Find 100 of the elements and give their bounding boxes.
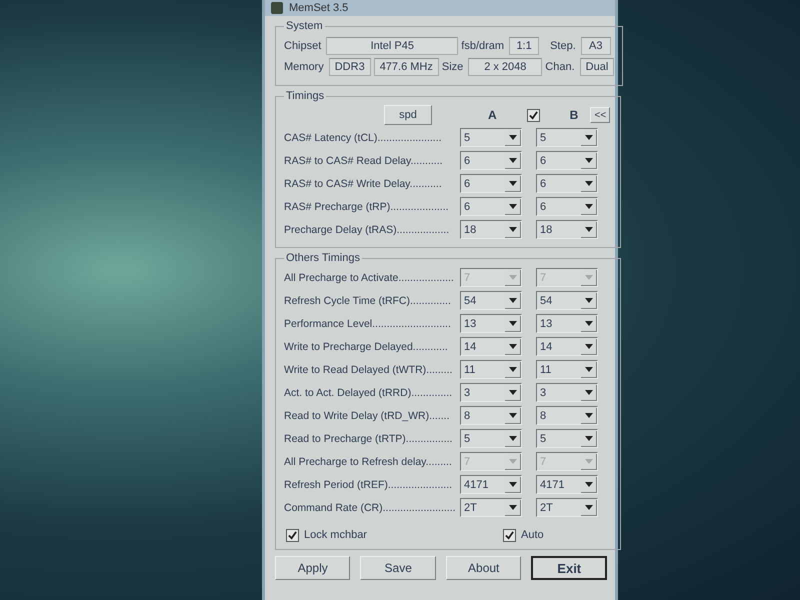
timing-label: Write to Precharge Delayed............	[284, 340, 449, 352]
timing-dropdown[interactable]: 6	[536, 151, 598, 170]
caret-icon	[505, 292, 521, 308]
field-label: Memory	[284, 61, 325, 73]
timing-label: Act. to Act. Delayed (tRRD)..............	[284, 386, 454, 398]
timing-label: Refresh Period (tREF)......................	[284, 478, 454, 490]
field-label: fsb/dram	[461, 40, 506, 52]
timing-label: Read to Write Delay (tRD_WR).......	[284, 410, 451, 422]
timing-label: RAS# to CAS# Write Delay...........	[284, 178, 443, 190]
size-value: 2 x 2048	[468, 58, 542, 76]
action-button[interactable]: Exit	[531, 556, 607, 580]
caret-icon	[581, 430, 597, 446]
channel-value: Dual	[580, 58, 614, 76]
caret-icon	[581, 176, 597, 192]
column-header: B	[570, 108, 578, 122]
app-icon	[271, 2, 283, 14]
caret-icon	[505, 176, 521, 192]
caret-icon	[505, 500, 521, 516]
timing-dropdown[interactable]: 14	[460, 337, 522, 356]
timing-dropdown[interactable]: 5	[536, 128, 598, 147]
timing-dropdown[interactable]: 54	[460, 291, 522, 310]
caret-icon	[505, 408, 521, 424]
timing-dropdown[interactable]: 2T	[536, 498, 598, 517]
field-label: Size	[442, 61, 464, 73]
timing-dropdown[interactable]: 6	[460, 174, 522, 193]
timing-label: RAS# Precharge (tRP)....................	[284, 200, 450, 212]
timing-dropdown[interactable]: 3	[460, 383, 522, 402]
timing-dropdown[interactable]: 6	[460, 151, 522, 170]
timing-label: Performance Level...........................	[284, 318, 452, 330]
timing-dropdown[interactable]: 13	[536, 314, 598, 333]
caret-icon	[505, 384, 521, 400]
timing-label: Read to Precharge (tRTP)................	[284, 432, 454, 444]
column-header: A	[488, 108, 497, 122]
action-button[interactable]: Save	[360, 556, 436, 580]
field-label: Chipset	[284, 40, 322, 52]
group-title: System	[285, 20, 324, 32]
timing-dropdown[interactable]: 13	[460, 314, 522, 333]
auto-checkbox[interactable]	[502, 528, 516, 542]
caret-icon	[581, 292, 597, 308]
timing-dropdown[interactable]: 54	[536, 291, 598, 310]
timing-label: All Precharge to Activate...................	[284, 272, 455, 284]
action-button[interactable]: Apply	[275, 556, 350, 580]
timing-dropdown[interactable]: 5	[460, 429, 522, 448]
timing-label: Refresh Cycle Time (tRFC)..............	[284, 294, 452, 306]
lock-checkbox[interactable]	[286, 528, 299, 542]
caret-icon	[581, 384, 597, 400]
caret-icon	[581, 130, 597, 146]
caret-icon	[505, 270, 521, 286]
group-title: Timings	[285, 90, 326, 102]
timing-dropdown[interactable]: 4171	[536, 475, 598, 494]
link-checkbox[interactable]	[526, 108, 540, 122]
timing-dropdown[interactable]: 18	[536, 220, 598, 239]
stepping-value: A3	[580, 37, 611, 55]
caret-icon	[505, 222, 521, 238]
group-title: Others Timings	[285, 252, 361, 264]
caret-icon	[581, 454, 597, 470]
caret-icon	[505, 454, 521, 470]
frequency-value: 477.6 MHz	[374, 58, 439, 76]
caret-icon	[505, 476, 521, 492]
field-label: Chan.	[545, 61, 576, 73]
timing-label: Precharge Delay (tRAS)..................	[284, 224, 450, 236]
timing-dropdown[interactable]: 3	[536, 383, 598, 402]
caret-icon	[505, 152, 521, 168]
timing-dropdown[interactable]: 8	[536, 406, 598, 425]
caret-icon	[505, 316, 521, 332]
caret-icon	[505, 130, 521, 146]
timing-dropdown[interactable]: 14	[536, 337, 598, 356]
caret-icon	[581, 500, 597, 516]
caret-icon	[505, 430, 521, 446]
timing-dropdown[interactable]: 11	[536, 360, 598, 379]
timing-dropdown[interactable]: 5	[536, 429, 598, 448]
timing-dropdown[interactable]: 6	[536, 174, 598, 193]
caret-icon	[581, 222, 597, 238]
timing-dropdown[interactable]: 5	[460, 128, 522, 147]
ratio-value: 1:1	[509, 37, 540, 55]
spd-button[interactable]: spd	[384, 105, 432, 125]
timing-label: Command Rate (CR).........................	[284, 502, 457, 514]
action-button[interactable]: About	[446, 556, 522, 580]
timing-dropdown[interactable]: 18	[460, 220, 522, 239]
timing-dropdown[interactable]: 8	[460, 406, 522, 425]
caret-icon	[581, 338, 597, 354]
timing-label: CAS# Latency (tCL)......................	[284, 132, 443, 144]
memory-type-value: DDR3	[328, 58, 371, 76]
timing-label: RAS# to CAS# Read Delay...........	[284, 154, 444, 166]
timing-dropdown[interactable]: 2T	[460, 498, 522, 517]
checkbox-label: Auto	[520, 529, 544, 541]
timing-dropdown[interactable]: 11	[460, 360, 522, 379]
caret-icon	[505, 362, 521, 378]
caret-icon	[581, 362, 597, 378]
field-label: Step.	[550, 40, 577, 52]
timing-label: All Precharge to Refresh delay.........	[284, 456, 453, 468]
timing-label: Write to Read Delayed (tWTR).........	[284, 364, 454, 376]
caret-icon	[505, 198, 521, 214]
checkbox-label: Lock mchbar	[304, 529, 367, 541]
caret-icon	[581, 476, 597, 492]
timing-dropdown[interactable]: 6	[460, 197, 522, 216]
window-title: MemSet 3.5	[289, 2, 348, 14]
collapse-button[interactable]: <<	[590, 107, 610, 123]
timing-dropdown[interactable]: 6	[536, 197, 598, 216]
timing-dropdown[interactable]: 4171	[460, 475, 522, 494]
